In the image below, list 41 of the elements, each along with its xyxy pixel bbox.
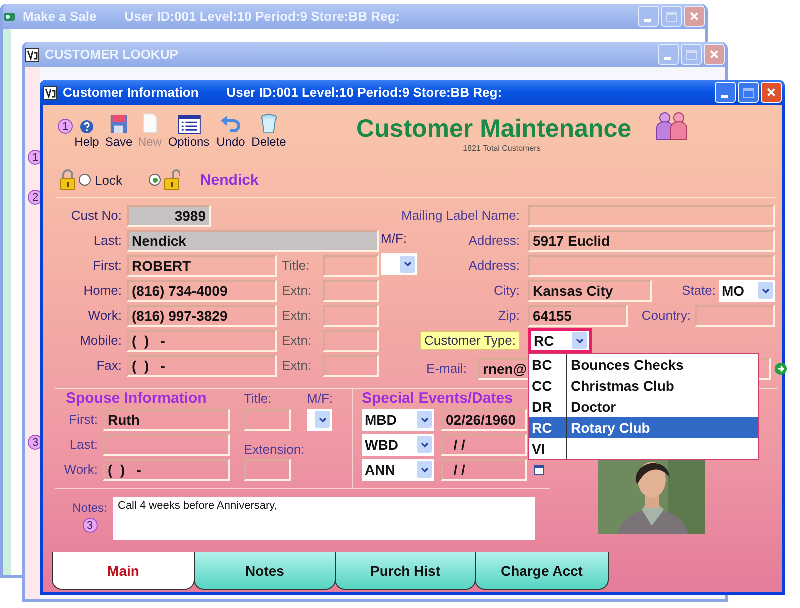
field-label: State: (681, 283, 716, 298)
customer-count: 1821 Total Customers (463, 144, 541, 153)
field-label: Notes: (72, 501, 108, 515)
field-label: Fax: (96, 358, 122, 373)
field-label: Address: (468, 233, 520, 248)
field-label: Extn: (282, 283, 312, 298)
field-label: Zip: (498, 308, 520, 323)
field-label: First: (68, 412, 98, 427)
number-badge: 3 (82, 518, 98, 533)
field-label: Address: (468, 258, 520, 273)
field-label: M/F: (381, 231, 407, 246)
customer-name: Nendick (200, 172, 259, 188)
window-title: Customer Information (63, 85, 199, 100)
number-badge: 1 (58, 119, 73, 134)
field-label: Extn: (282, 308, 312, 323)
window-status: User ID:001 Level:10 Period:9 Store:BB Reg: (226, 85, 504, 100)
window-title: CUSTOMER LOOKUP (45, 47, 178, 62)
field-label: First: (93, 258, 122, 273)
field-label: Work: (63, 462, 98, 477)
window-title: Make a Sale (23, 9, 97, 24)
field-label: E-mail: (426, 361, 467, 376)
field-label: Last: (94, 233, 122, 248)
field-label: Work: (88, 308, 122, 323)
field-label: Last: (68, 437, 98, 452)
field-label: Mobile: (80, 333, 122, 348)
field-label: Mailing Label Name: (401, 208, 520, 223)
field-label: Home: (84, 283, 122, 298)
page-title: Customer Maintenance (356, 115, 632, 144)
window-status: User ID:001 Level:10 Period:9 Store:BB Reg: (124, 9, 401, 24)
field-label: Extn: (282, 358, 312, 373)
field-label: City: (494, 283, 520, 298)
field-label: Extn: (282, 333, 312, 348)
field-label: Cust No: (71, 208, 122, 223)
section-heading: Spouse Information (66, 390, 208, 406)
field-label: Country: (640, 308, 691, 323)
section-heading: Special Events/Dates (362, 390, 514, 406)
field-label: Title: (282, 258, 310, 273)
field-label: M/F: (307, 390, 332, 406)
field-label: Title: (244, 390, 273, 406)
field-label: Extension: (244, 442, 305, 457)
field-label: Customer Type: (420, 331, 520, 350)
